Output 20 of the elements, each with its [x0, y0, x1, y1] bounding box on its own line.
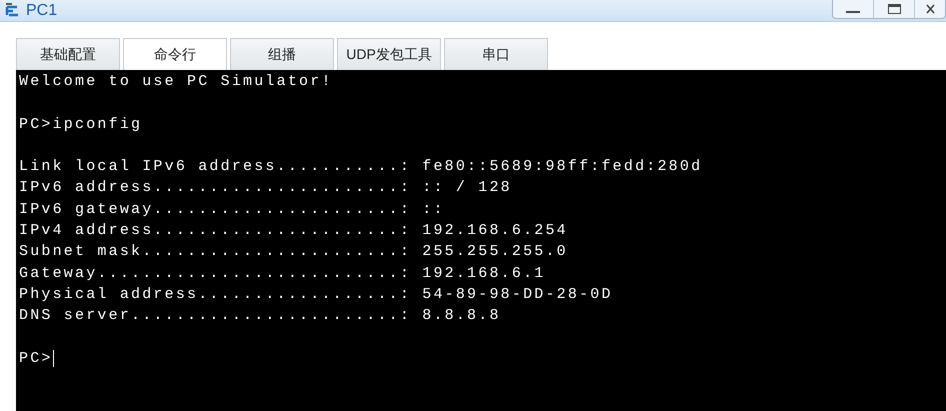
tab[interactable]: 组播 — [230, 38, 334, 70]
tab[interactable]: UDP发包工具 — [337, 38, 441, 70]
terminal-line: Physical address..................: 54-89-98-DD-28-0D — [19, 284, 613, 305]
terminal-line: Subnet mask.......................: 255.255.255.0 — [19, 242, 568, 262]
terminal-line: Welcome to use PC Simulator! — [19, 72, 333, 92]
terminal-line: IPv6 address......................: :: / 128 — [19, 178, 512, 198]
tab[interactable]: 命令行 — [123, 38, 227, 70]
terminal-line: Gateway...........................: 192.168.6.1 — [19, 264, 546, 284]
terminal-line: IPv6 gateway......................: :: — [19, 200, 445, 220]
terminal-line: DNS server........................: 8.8.8.8 — [19, 306, 501, 326]
text-cursor — [52, 350, 54, 367]
terminal-line: PC>ipconfig — [19, 114, 142, 135]
prompt: PC> — [19, 348, 53, 369]
window-title: PC1 — [26, 0, 58, 20]
terminal-line: IPv4 address......................: 192.168.6.254 — [19, 221, 568, 242]
tab[interactable]: 串口 — [444, 38, 548, 70]
terminal-line: Link local IPv6 address...........: fe80::5689:98ff:fedd:280d — [19, 157, 702, 178]
tab[interactable]: 基础配置 — [16, 38, 120, 70]
terminal[interactable] — [16, 70, 946, 411]
close-icon — [926, 4, 934, 14]
